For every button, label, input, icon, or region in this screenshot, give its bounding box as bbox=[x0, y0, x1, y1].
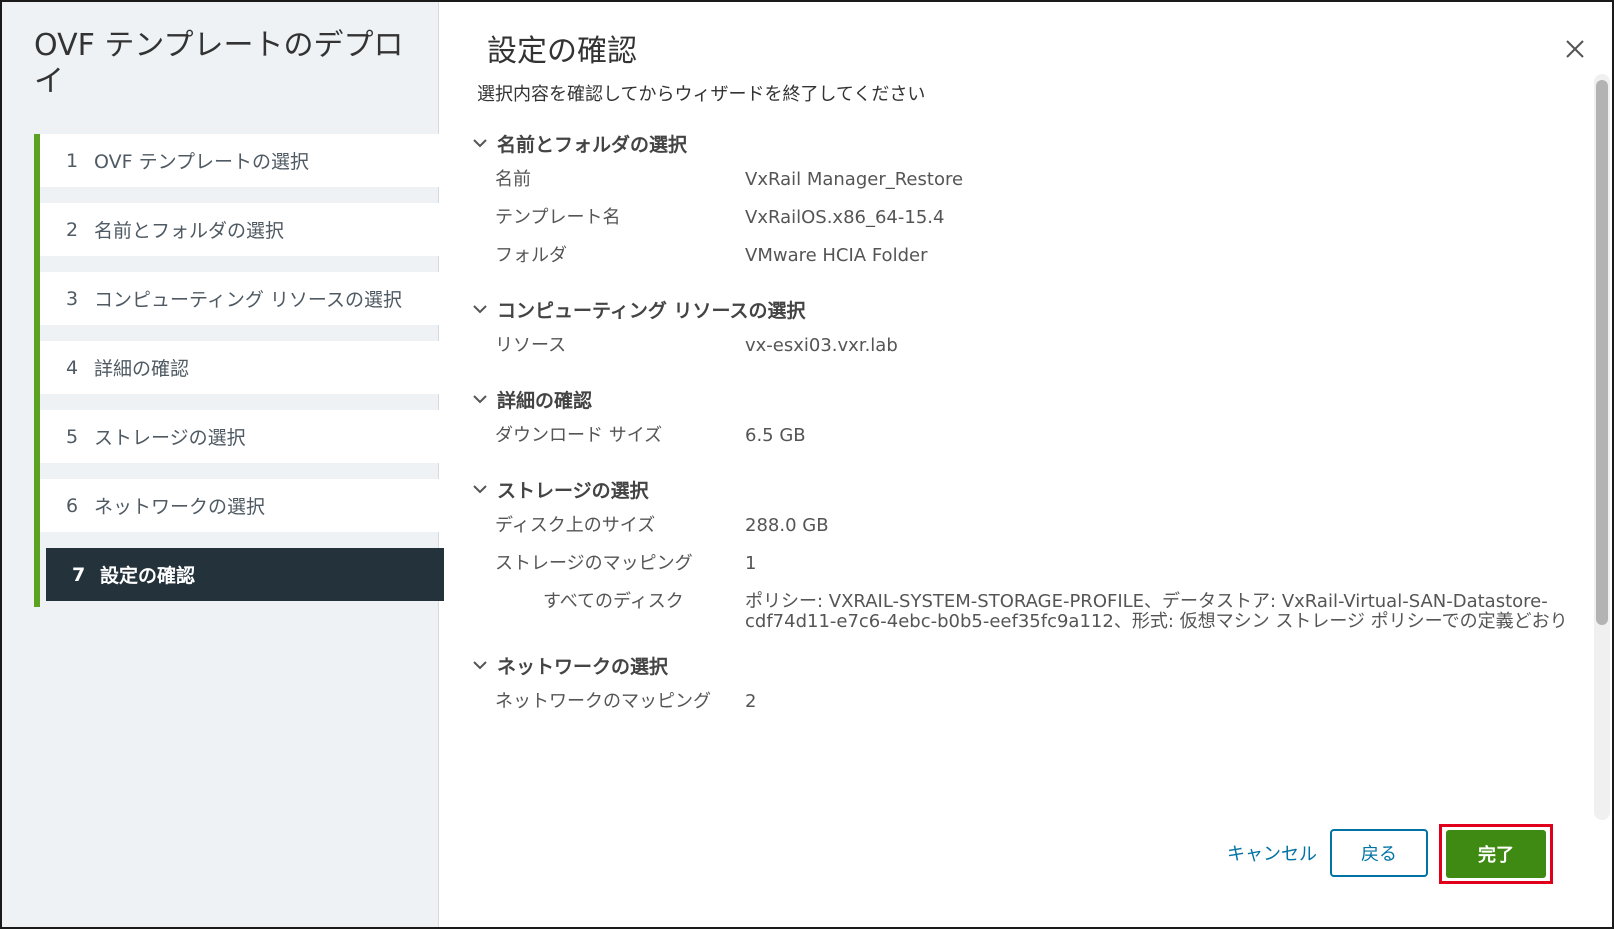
page-title: 設定の確認 bbox=[487, 34, 637, 69]
review-scroll-area[interactable]: 名前とフォルダの選択 名前 VxRail Manager_Restore テンプ… bbox=[469, 124, 1584, 814]
review-row: フォルダ VMware HCIA Folder bbox=[469, 238, 1584, 276]
section-network: ネットワークの選択 ネットワークのマッピング 2 bbox=[469, 646, 1584, 722]
review-row: ダウンロード サイズ 6.5 GB bbox=[469, 418, 1584, 456]
row-value: 2 bbox=[745, 691, 757, 712]
step-number: 2 bbox=[66, 218, 79, 241]
row-key: ディスク上のサイズ bbox=[495, 515, 656, 536]
section-title: ストレージの選択 bbox=[497, 479, 649, 502]
row-key: テンプレート名 bbox=[495, 207, 621, 228]
step-number: 7 bbox=[72, 563, 86, 586]
finish-highlight-outline: 完了 bbox=[1439, 824, 1553, 884]
chevron-down-icon bbox=[469, 654, 491, 676]
wizard-content: 設定の確認 選択内容を確認してからウィザードを終了してください 名前とフォルダの… bbox=[439, 2, 1612, 927]
chevron-down-icon bbox=[469, 298, 491, 320]
step-number: 3 bbox=[66, 287, 79, 310]
wizard-step-4[interactable]: 4 詳細の確認 bbox=[40, 341, 444, 394]
row-value: 1 bbox=[745, 553, 757, 574]
step-number: 5 bbox=[66, 425, 79, 448]
wizard-step-7-active[interactable]: 7 設定の確認 bbox=[46, 548, 444, 601]
step-number: 1 bbox=[66, 149, 79, 172]
section-name-folder: 名前とフォルダの選択 名前 VxRail Manager_Restore テンプ… bbox=[469, 124, 1584, 276]
row-value: VMware HCIA Folder bbox=[745, 245, 928, 266]
step-label: ストレージの選択 bbox=[94, 427, 246, 449]
section-title: ネットワークの選択 bbox=[497, 655, 669, 678]
chevron-down-icon bbox=[469, 478, 491, 500]
row-key: ストレージのマッピング bbox=[495, 553, 693, 574]
step-label: コンピューティング リソースの選択 bbox=[94, 289, 402, 311]
wizard-step-1[interactable]: 1 OVF テンプレートの選択 bbox=[40, 134, 444, 187]
step-number: 6 bbox=[66, 494, 79, 517]
row-value: VxRail Manager_Restore bbox=[745, 169, 964, 190]
row-key: フォルダ bbox=[495, 245, 567, 266]
section-header[interactable]: コンピューティング リソースの選択 bbox=[469, 290, 1584, 328]
wizard-sidebar: OVF テンプレートのデプロイ 1 OVF テンプレートの選択 2 名前とフォル… bbox=[2, 2, 444, 927]
step-label: 名前とフォルダの選択 bbox=[94, 220, 285, 242]
section-title: 名前とフォルダの選択 bbox=[497, 133, 688, 156]
wizard-step-5[interactable]: 5 ストレージの選択 bbox=[40, 410, 444, 463]
review-row: リソース vx-esxi03.vxr.lab bbox=[469, 328, 1584, 366]
wizard-step-3[interactable]: 3 コンピューティング リソースの選択 bbox=[40, 272, 444, 325]
review-row: ストレージのマッピング 1 bbox=[469, 546, 1584, 584]
row-key: すべてのディスク bbox=[543, 591, 684, 612]
wizard-title: OVF テンプレートのデプロイ bbox=[34, 28, 404, 99]
step-label: 詳細の確認 bbox=[94, 358, 190, 380]
wizard-step-2[interactable]: 2 名前とフォルダの選択 bbox=[40, 203, 444, 256]
close-icon-glyph bbox=[1566, 40, 1584, 58]
row-key: ダウンロード サイズ bbox=[495, 425, 663, 446]
row-value: 6.5 GB bbox=[745, 425, 806, 446]
section-title: コンピューティング リソースの選択 bbox=[497, 299, 806, 322]
row-value: VxRailOS.x86_64-15.4 bbox=[745, 207, 945, 228]
step-label: 設定の確認 bbox=[100, 565, 196, 587]
step-number: 4 bbox=[66, 356, 79, 379]
row-key: ネットワークのマッピング bbox=[495, 691, 711, 712]
section-header[interactable]: ストレージの選択 bbox=[469, 470, 1584, 508]
section-details: 詳細の確認 ダウンロード サイズ 6.5 GB bbox=[469, 380, 1584, 456]
section-title: 詳細の確認 bbox=[497, 389, 593, 412]
review-row: ディスク上のサイズ 288.0 GB bbox=[469, 508, 1584, 546]
section-header[interactable]: ネットワークの選択 bbox=[469, 646, 1584, 684]
row-value: ポリシー: VXRAIL-SYSTEM-STORAGE-PROFILE、データス… bbox=[745, 591, 1568, 632]
cancel-button[interactable]: キャンセル bbox=[1217, 832, 1327, 878]
chevron-down-icon bbox=[469, 132, 491, 154]
scrollbar[interactable] bbox=[1594, 74, 1610, 820]
finish-button[interactable]: 完了 bbox=[1446, 830, 1546, 878]
section-storage: ストレージの選択 ディスク上のサイズ 288.0 GB ストレージのマッピング … bbox=[469, 470, 1584, 632]
chevron-down-icon bbox=[469, 388, 491, 410]
row-value: 288.0 GB bbox=[745, 515, 829, 536]
row-key: 名前 bbox=[495, 169, 531, 190]
page-subtitle: 選択内容を確認してからウィザードを終了してください bbox=[477, 84, 926, 105]
review-row: 名前 VxRail Manager_Restore bbox=[469, 162, 1584, 200]
ovf-deploy-dialog: OVF テンプレートのデプロイ 1 OVF テンプレートの選択 2 名前とフォル… bbox=[0, 0, 1614, 929]
wizard-step-6[interactable]: 6 ネットワークの選択 bbox=[40, 479, 444, 532]
steps-spacer bbox=[40, 601, 444, 607]
step-label: ネットワークの選択 bbox=[94, 496, 266, 518]
section-header[interactable]: 詳細の確認 bbox=[469, 380, 1584, 418]
step-label: OVF テンプレートの選択 bbox=[94, 151, 310, 173]
back-button[interactable]: 戻る bbox=[1330, 829, 1428, 877]
review-row: すべてのディスク ポリシー: VXRAIL-SYSTEM-STORAGE-PRO… bbox=[469, 584, 1584, 632]
row-value: vx-esxi03.vxr.lab bbox=[745, 335, 898, 356]
close-icon[interactable] bbox=[1560, 36, 1590, 66]
row-key: リソース bbox=[495, 335, 567, 356]
review-row: テンプレート名 VxRailOS.x86_64-15.4 bbox=[469, 200, 1584, 238]
wizard-steps: 1 OVF テンプレートの選択 2 名前とフォルダの選択 3 コンピューティング… bbox=[34, 134, 444, 607]
review-row: ネットワークのマッピング 2 bbox=[469, 684, 1584, 722]
section-header[interactable]: 名前とフォルダの選択 bbox=[469, 124, 1584, 162]
scrollbar-thumb[interactable] bbox=[1596, 80, 1608, 625]
section-compute-resource: コンピューティング リソースの選択 リソース vx-esxi03.vxr.lab bbox=[469, 290, 1584, 366]
